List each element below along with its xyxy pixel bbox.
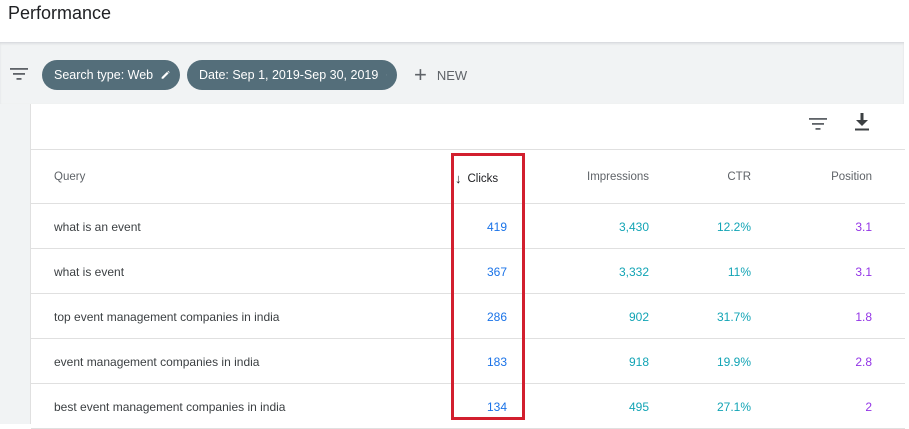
cell-query: what is an event	[54, 220, 141, 234]
plus-icon: +	[414, 62, 427, 87]
clicks-column-highlight-box	[451, 153, 525, 420]
cell-query: event management companies in india	[54, 355, 260, 369]
pencil-icon	[161, 70, 170, 79]
cell-ctr: 12.2%	[716, 220, 751, 234]
chip-label: Search type: Web	[54, 68, 154, 82]
cell-query: best event management companies in india	[54, 400, 286, 414]
cell-position: 2	[865, 400, 872, 414]
column-header-impressions[interactable]: Impressions	[587, 171, 649, 183]
cell-position: 2.8	[855, 355, 872, 369]
search-type-chip[interactable]: Search type: Web	[42, 60, 180, 90]
cell-position: 3.1	[855, 265, 872, 279]
table-toolbar	[31, 104, 905, 150]
page-title: Performance	[8, 3, 112, 23]
filter-bar: Search type: Web Date: Sep 1, 2019-Sep 3…	[0, 42, 904, 104]
cell-ctr: 27.1%	[716, 400, 751, 414]
column-header-position[interactable]: Position	[831, 171, 872, 183]
cell-position: 1.8	[855, 310, 872, 324]
cell-ctr: 19.9%	[716, 355, 751, 369]
column-header-ctr[interactable]: CTR	[727, 171, 751, 183]
cell-impressions: 3,332	[618, 265, 649, 279]
chip-label: Date: Sep 1, 2019-Sep 30, 2019	[199, 68, 379, 82]
new-button-label: NEW	[436, 67, 468, 83]
cell-ctr: 31.7%	[716, 310, 751, 324]
pencil-icon	[386, 74, 387, 76]
new-filter-button[interactable]: + NEW	[414, 63, 467, 87]
cell-impressions: 3,430	[618, 220, 649, 234]
cell-position: 3.1	[855, 220, 872, 234]
cell-query: what is event	[54, 265, 125, 279]
column-header-query[interactable]: Query	[54, 171, 85, 183]
cell-ctr: 11%	[727, 265, 751, 279]
download-icon[interactable]	[854, 113, 870, 131]
cell-query: top event management companies in india	[54, 310, 280, 324]
cell-impressions: 495	[628, 400, 649, 414]
cell-impressions: 902	[628, 310, 649, 324]
filter-icon[interactable]	[809, 117, 827, 131]
cell-impressions: 918	[628, 355, 649, 369]
filter-icon[interactable]	[10, 67, 28, 81]
date-range-chip[interactable]: Date: Sep 1, 2019-Sep 30, 2019	[187, 60, 397, 90]
